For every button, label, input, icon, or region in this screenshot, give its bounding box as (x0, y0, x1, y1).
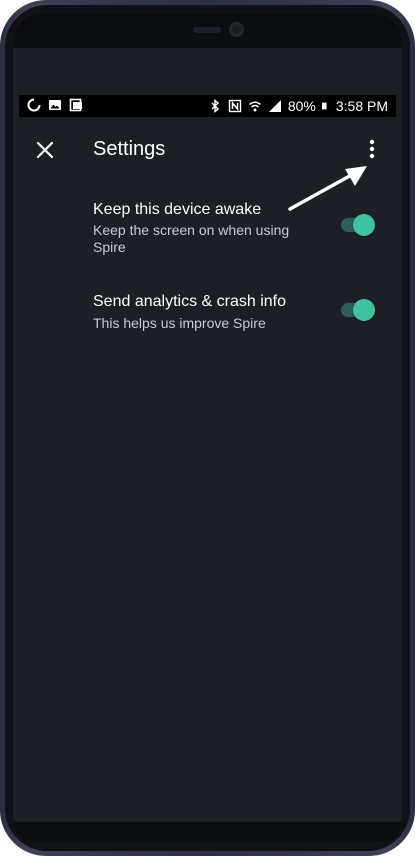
setting-title: Keep this device awake (93, 201, 262, 218)
bottom-bezel (13, 822, 402, 842)
status-bar: 80% 3:58 PM (19, 95, 396, 117)
battery-icon (321, 102, 327, 110)
nfc-icon (228, 99, 242, 113)
setting-subtitle: This helps us improve Spire (93, 315, 266, 331)
wifi-icon (248, 101, 261, 112)
bluetooth-icon (211, 99, 219, 113)
annotation-arrow-icon (288, 166, 367, 211)
page-title: Settings (93, 138, 166, 160)
front-camera (229, 22, 244, 37)
keep-awake-toggle[interactable] (341, 213, 377, 237)
status-time: 3:58 PM (335, 98, 388, 114)
screenshot-icon (69, 98, 82, 112)
toggle-thumb (353, 299, 375, 321)
battery-percent: 80% (287, 98, 316, 114)
send-analytics-toggle[interactable] (341, 298, 377, 322)
earpiece-speaker (193, 27, 221, 33)
sync-icon (27, 98, 41, 112)
setting-title: Send analytics & crash info (93, 293, 286, 310)
image-icon (49, 100, 61, 110)
setting-send-analytics[interactable]: Send analytics & crash info This helps u… (13, 290, 402, 340)
more-vert-icon[interactable] (362, 137, 382, 161)
close-icon[interactable] (35, 140, 55, 160)
toggle-thumb (353, 214, 375, 236)
phone-frame: 80% 3:58 PM Settings Keep this device aw… (0, 0, 415, 856)
setting-subtitle: Keep the screen on when using Spire (93, 222, 290, 255)
signal-icon (268, 100, 281, 112)
